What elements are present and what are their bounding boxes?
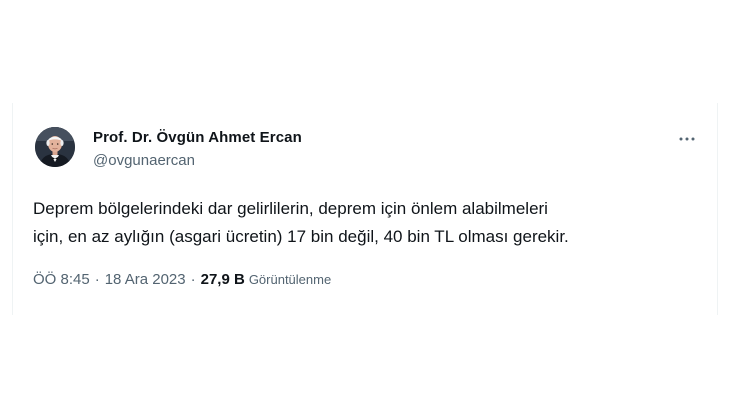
tweet-time[interactable]: ÖÖ 8:45 (33, 271, 90, 288)
author-handle[interactable]: @ovgunaercan (93, 152, 195, 169)
views-count[interactable]: 27,9 B (201, 271, 245, 288)
tweet-text-line: için, en az aylığın (asgari ücretin) 17 … (33, 227, 569, 246)
tweet-text-line: Deprem bölgelerindeki dar gelirlilerin, … (33, 199, 548, 218)
tweet-card[interactable]: Prof. Dr. Övgün Ahmet Ercan @ovgunaercan… (12, 103, 718, 315)
author-name[interactable]: Prof. Dr. Övgün Ahmet Ercan (93, 129, 302, 146)
more-horizontal-icon (679, 137, 695, 141)
tweet-text: Deprem bölgelerindeki dar gelirlilerin, … (33, 195, 693, 251)
author-avatar[interactable] (35, 127, 75, 167)
tweet-meta: ÖÖ 8:45 · 18 Ara 2023 · 27,9 B Görüntüle… (33, 271, 331, 288)
tweet-date[interactable]: 18 Ara 2023 (105, 271, 186, 288)
meta-separator: · (190, 271, 196, 288)
views-label: Görüntülenme (248, 272, 332, 287)
more-options-button[interactable] (675, 127, 699, 151)
meta-separator: · (94, 271, 100, 288)
profile-photo-icon (35, 127, 75, 167)
